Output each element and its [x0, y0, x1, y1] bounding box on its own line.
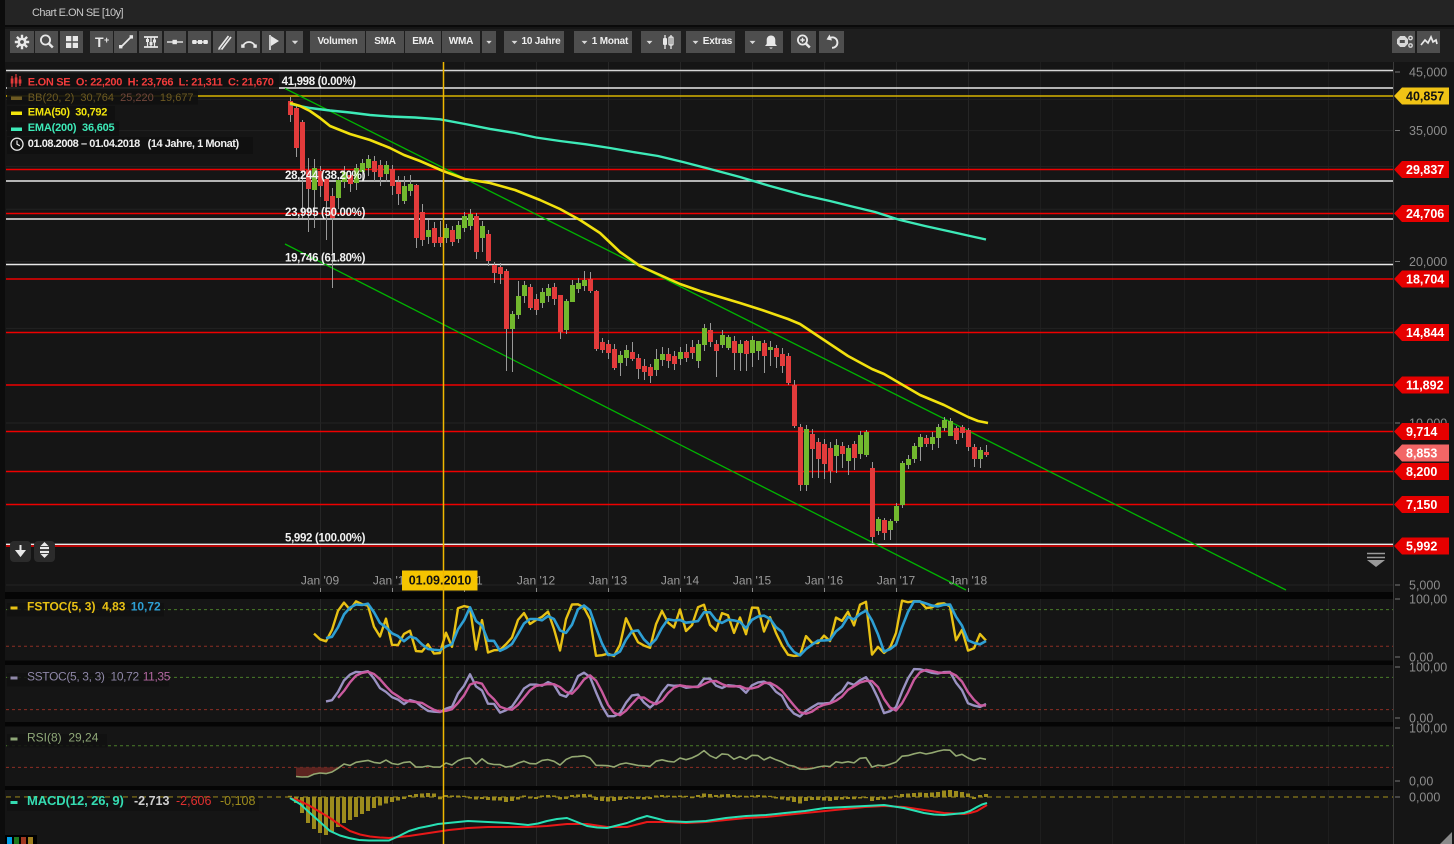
svg-text:8,853: 8,853: [1406, 447, 1437, 461]
svg-text:100,00: 100,00: [1409, 722, 1447, 736]
svg-text:100,00: 100,00: [1409, 593, 1447, 607]
svg-text:FSTOC(5, 3) 4,83: FSTOC(5, 3) 4,83: [27, 600, 126, 614]
svg-text:01.09.2010: 01.09.2010: [409, 574, 472, 588]
svg-text:40,857: 40,857: [1406, 90, 1444, 104]
svg-text:45,000: 45,000: [1409, 66, 1447, 80]
svg-text:10,72: 10,72: [131, 600, 161, 614]
svg-text:RSI(8) 29,24: RSI(8) 29,24: [27, 731, 99, 745]
svg-text:Jan '09: Jan '09: [301, 574, 340, 588]
svg-text:41,998 (0.00%): 41,998 (0.00%): [282, 76, 357, 88]
svg-text:Jan '13: Jan '13: [589, 574, 628, 588]
svg-text:+: +: [104, 35, 109, 45]
svg-text:8,200: 8,200: [1406, 465, 1437, 479]
svg-text:-2,713: -2,713: [134, 794, 169, 808]
svg-text:23,995 (50.00%): 23,995 (50.00%): [285, 207, 366, 219]
svg-text:Jan '12: Jan '12: [517, 574, 556, 588]
svg-text:0,00: 0,00: [1409, 775, 1433, 789]
svg-text:5,992 (100.00%): 5,992 (100.00%): [285, 532, 366, 544]
svg-text:29,837: 29,837: [1406, 163, 1444, 177]
svg-text:Jan '14: Jan '14: [661, 574, 700, 588]
svg-text:9,714: 9,714: [1406, 425, 1437, 439]
svg-text:BB(20, 2) 30,764 25,220 19,: BB(20, 2) 30,764 25,220 19,677: [28, 92, 194, 104]
svg-text:T: T: [95, 34, 104, 50]
svg-text:19,746 (61.80%): 19,746 (61.80%): [285, 253, 366, 265]
svg-text:EMA(50) 30,792: EMA(50) 30,792: [28, 106, 107, 118]
svg-text:20,000: 20,000: [1409, 255, 1447, 269]
svg-text:01.08.2008 – 01.04.2018 (14: 01.08.2008 – 01.04.2018 (14 Jahre, 1 Mon…: [28, 138, 240, 150]
svg-text:MACD(12, 26, 9): MACD(12, 26, 9): [27, 793, 124, 808]
svg-text:18,704: 18,704: [1406, 273, 1444, 287]
svg-text:SSTOC(5, 3, 3) 10,72: SSTOC(5, 3, 3) 10,72: [27, 670, 139, 684]
svg-text:7,150: 7,150: [1406, 498, 1437, 512]
svg-text:0,000: 0,000: [1409, 791, 1440, 805]
svg-text:28,244 (38.20%): 28,244 (38.20%): [285, 170, 366, 182]
svg-text:-0,108: -0,108: [220, 794, 255, 808]
svg-text:35,000: 35,000: [1409, 124, 1447, 138]
svg-text:100,00: 100,00: [1409, 661, 1447, 675]
svg-text:EMA(200) 36,605: EMA(200) 36,605: [28, 122, 115, 134]
svg-text:11,892: 11,892: [1406, 379, 1444, 393]
svg-text:Jan '18: Jan '18: [949, 574, 988, 588]
svg-text:Jan '17: Jan '17: [877, 574, 916, 588]
svg-text:11,35: 11,35: [143, 670, 171, 684]
svg-text:Jan '15: Jan '15: [733, 574, 772, 588]
svg-text:14,844: 14,844: [1406, 326, 1444, 340]
svg-text:5,992: 5,992: [1406, 540, 1437, 554]
svg-text:Jan '16: Jan '16: [805, 574, 844, 588]
svg-text:24,706: 24,706: [1406, 207, 1444, 221]
svg-text:-2,606: -2,606: [176, 794, 211, 808]
svg-text:5,000: 5,000: [1409, 579, 1440, 593]
svg-text:E.ON SE O: 22,200 H: 23,766: E.ON SE O: 22,200 H: 23,766 L: 21,311 C:…: [28, 77, 274, 89]
